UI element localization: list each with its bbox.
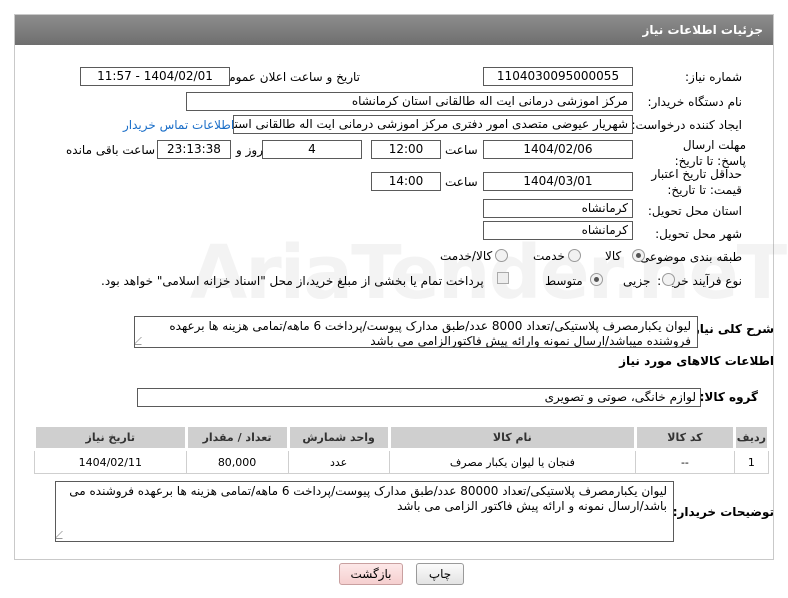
buyer-contact-link[interactable]: اطلاعات تماس خریدار bbox=[123, 118, 234, 132]
goods-group-field: لوازم خانگی، صوتی و تصویری bbox=[137, 388, 701, 407]
process-radio-medium[interactable] bbox=[590, 273, 603, 286]
buyer-notes-label: توضیحات خریدار: bbox=[672, 505, 774, 519]
creator-label: ایجاد کننده درخواست: bbox=[631, 118, 742, 132]
reply-date-field: 1404/02/06 bbox=[483, 140, 633, 159]
panel-title: جزئیات اطلاعات نیاز bbox=[15, 15, 773, 45]
resize-handle-icon[interactable] bbox=[135, 337, 149, 345]
price-validity-label: حداقل تاریخ اعتبار قیمت: تا تاریخ: bbox=[651, 167, 742, 197]
back-button[interactable]: بازگشت bbox=[339, 563, 403, 585]
price-time-field: 14:00 bbox=[371, 172, 441, 191]
province-field: کرمانشاه bbox=[483, 199, 633, 218]
table-header-row: ردیف کد کالا نام کالا واحد شمارش تعداد /… bbox=[33, 424, 771, 451]
price-time-label: ساعت bbox=[445, 175, 478, 189]
buyer-label: نام دستگاه خریدار: bbox=[647, 95, 743, 109]
header-quantity: تعداد / مقدار bbox=[184, 424, 290, 451]
header-row-number: ردیف bbox=[732, 424, 771, 451]
announce-label: تاریخ و ساعت اعلان عمومی: bbox=[215, 70, 360, 84]
items-table: ردیف کد کالا نام کالا واحد شمارش تعداد /… bbox=[33, 424, 771, 474]
header-item-name: نام کالا bbox=[387, 424, 638, 451]
buyer-notes-text: لیوان یکبارمصرف پلاستیکی/تعداد 80000 عدد… bbox=[69, 484, 667, 513]
table-row: 1 -- فنجان یا لیوان یکبار مصرف عدد 80,00… bbox=[34, 449, 770, 474]
process-option-minor: جزیی bbox=[623, 274, 651, 288]
city-field: کرمانشاه bbox=[483, 221, 633, 240]
category-radio-service[interactable] bbox=[568, 249, 581, 262]
cell-row-number: 1 bbox=[733, 449, 770, 474]
buyer-notes-textarea[interactable]: لیوان یکبارمصرف پلاستیکی/تعداد 80000 عدد… bbox=[55, 481, 674, 542]
process-radio-minor[interactable] bbox=[662, 273, 675, 286]
remaining-time-field: 23:13:38 bbox=[157, 140, 231, 159]
days-count-field: 4 bbox=[262, 140, 362, 159]
cell-item-name: فنجان یا لیوان یکبار مصرف bbox=[388, 449, 637, 474]
category-label: طبقه بندی موضوعی: bbox=[635, 250, 742, 264]
summary-label: شرح کلی نیاز: bbox=[688, 322, 774, 336]
cell-item-code: -- bbox=[635, 449, 735, 474]
category-option-service: خدمت bbox=[533, 249, 565, 263]
header-item-code: کد کالا bbox=[634, 424, 736, 451]
goods-group-label: گروه کالا: bbox=[699, 390, 758, 404]
header-unit: واحد شمارش bbox=[286, 424, 391, 451]
creator-field: شهریار عیوضی متصدی امور دفتری مرکز اموزش… bbox=[233, 115, 633, 134]
category-radio-goods[interactable] bbox=[632, 249, 645, 262]
category-option-goods-service: کالا/خدمت bbox=[440, 249, 493, 263]
price-date-field: 1404/03/01 bbox=[483, 172, 633, 191]
treasury-payment-checkbox[interactable] bbox=[497, 272, 509, 284]
summary-textarea[interactable]: لیوان یکبارمصرف پلاستیکی/تعداد 8000 عدد/… bbox=[134, 316, 698, 348]
category-radio-goods-service[interactable] bbox=[495, 249, 508, 262]
treasury-payment-note: پرداخت تمام یا بخشی از مبلغ خرید،از محل … bbox=[101, 274, 484, 288]
remaining-label: ساعت باقی مانده bbox=[66, 143, 156, 157]
process-option-medium: متوسط bbox=[545, 274, 583, 288]
announce-field: 1404/02/01 - 11:57 bbox=[80, 67, 230, 86]
cell-unit: عدد bbox=[287, 449, 390, 474]
cell-need-date: 1404/02/11 bbox=[34, 449, 187, 474]
days-label: روز و bbox=[236, 143, 263, 157]
province-label: استان محل تحویل: bbox=[647, 204, 742, 218]
need-number-field: 1104030095000055 bbox=[483, 67, 633, 86]
summary-text: لیوان یکبارمصرف پلاستیکی/تعداد 8000 عدد/… bbox=[169, 319, 691, 348]
resize-handle-icon[interactable] bbox=[56, 531, 70, 539]
city-label: شهر محل تحویل: bbox=[655, 227, 742, 241]
category-option-goods: کالا bbox=[605, 249, 622, 263]
header-need-date: تاریخ نیاز bbox=[33, 424, 188, 451]
buyer-field: مرکز اموزشی درمانی ایت اله طالقانی استان… bbox=[186, 92, 633, 111]
cell-quantity: 80,000 bbox=[185, 449, 289, 474]
reply-time-field: 12:00 bbox=[371, 140, 441, 159]
need-number-label: شماره نیاز: bbox=[685, 70, 742, 84]
goods-section-title: اطلاعات کالاهای مورد نیاز bbox=[619, 354, 774, 368]
reply-deadline-label: مهلت ارسال پاسخ: تا تاریخ: bbox=[674, 138, 746, 168]
reply-time-label: ساعت bbox=[445, 143, 478, 157]
print-button[interactable]: چاپ bbox=[416, 563, 464, 585]
